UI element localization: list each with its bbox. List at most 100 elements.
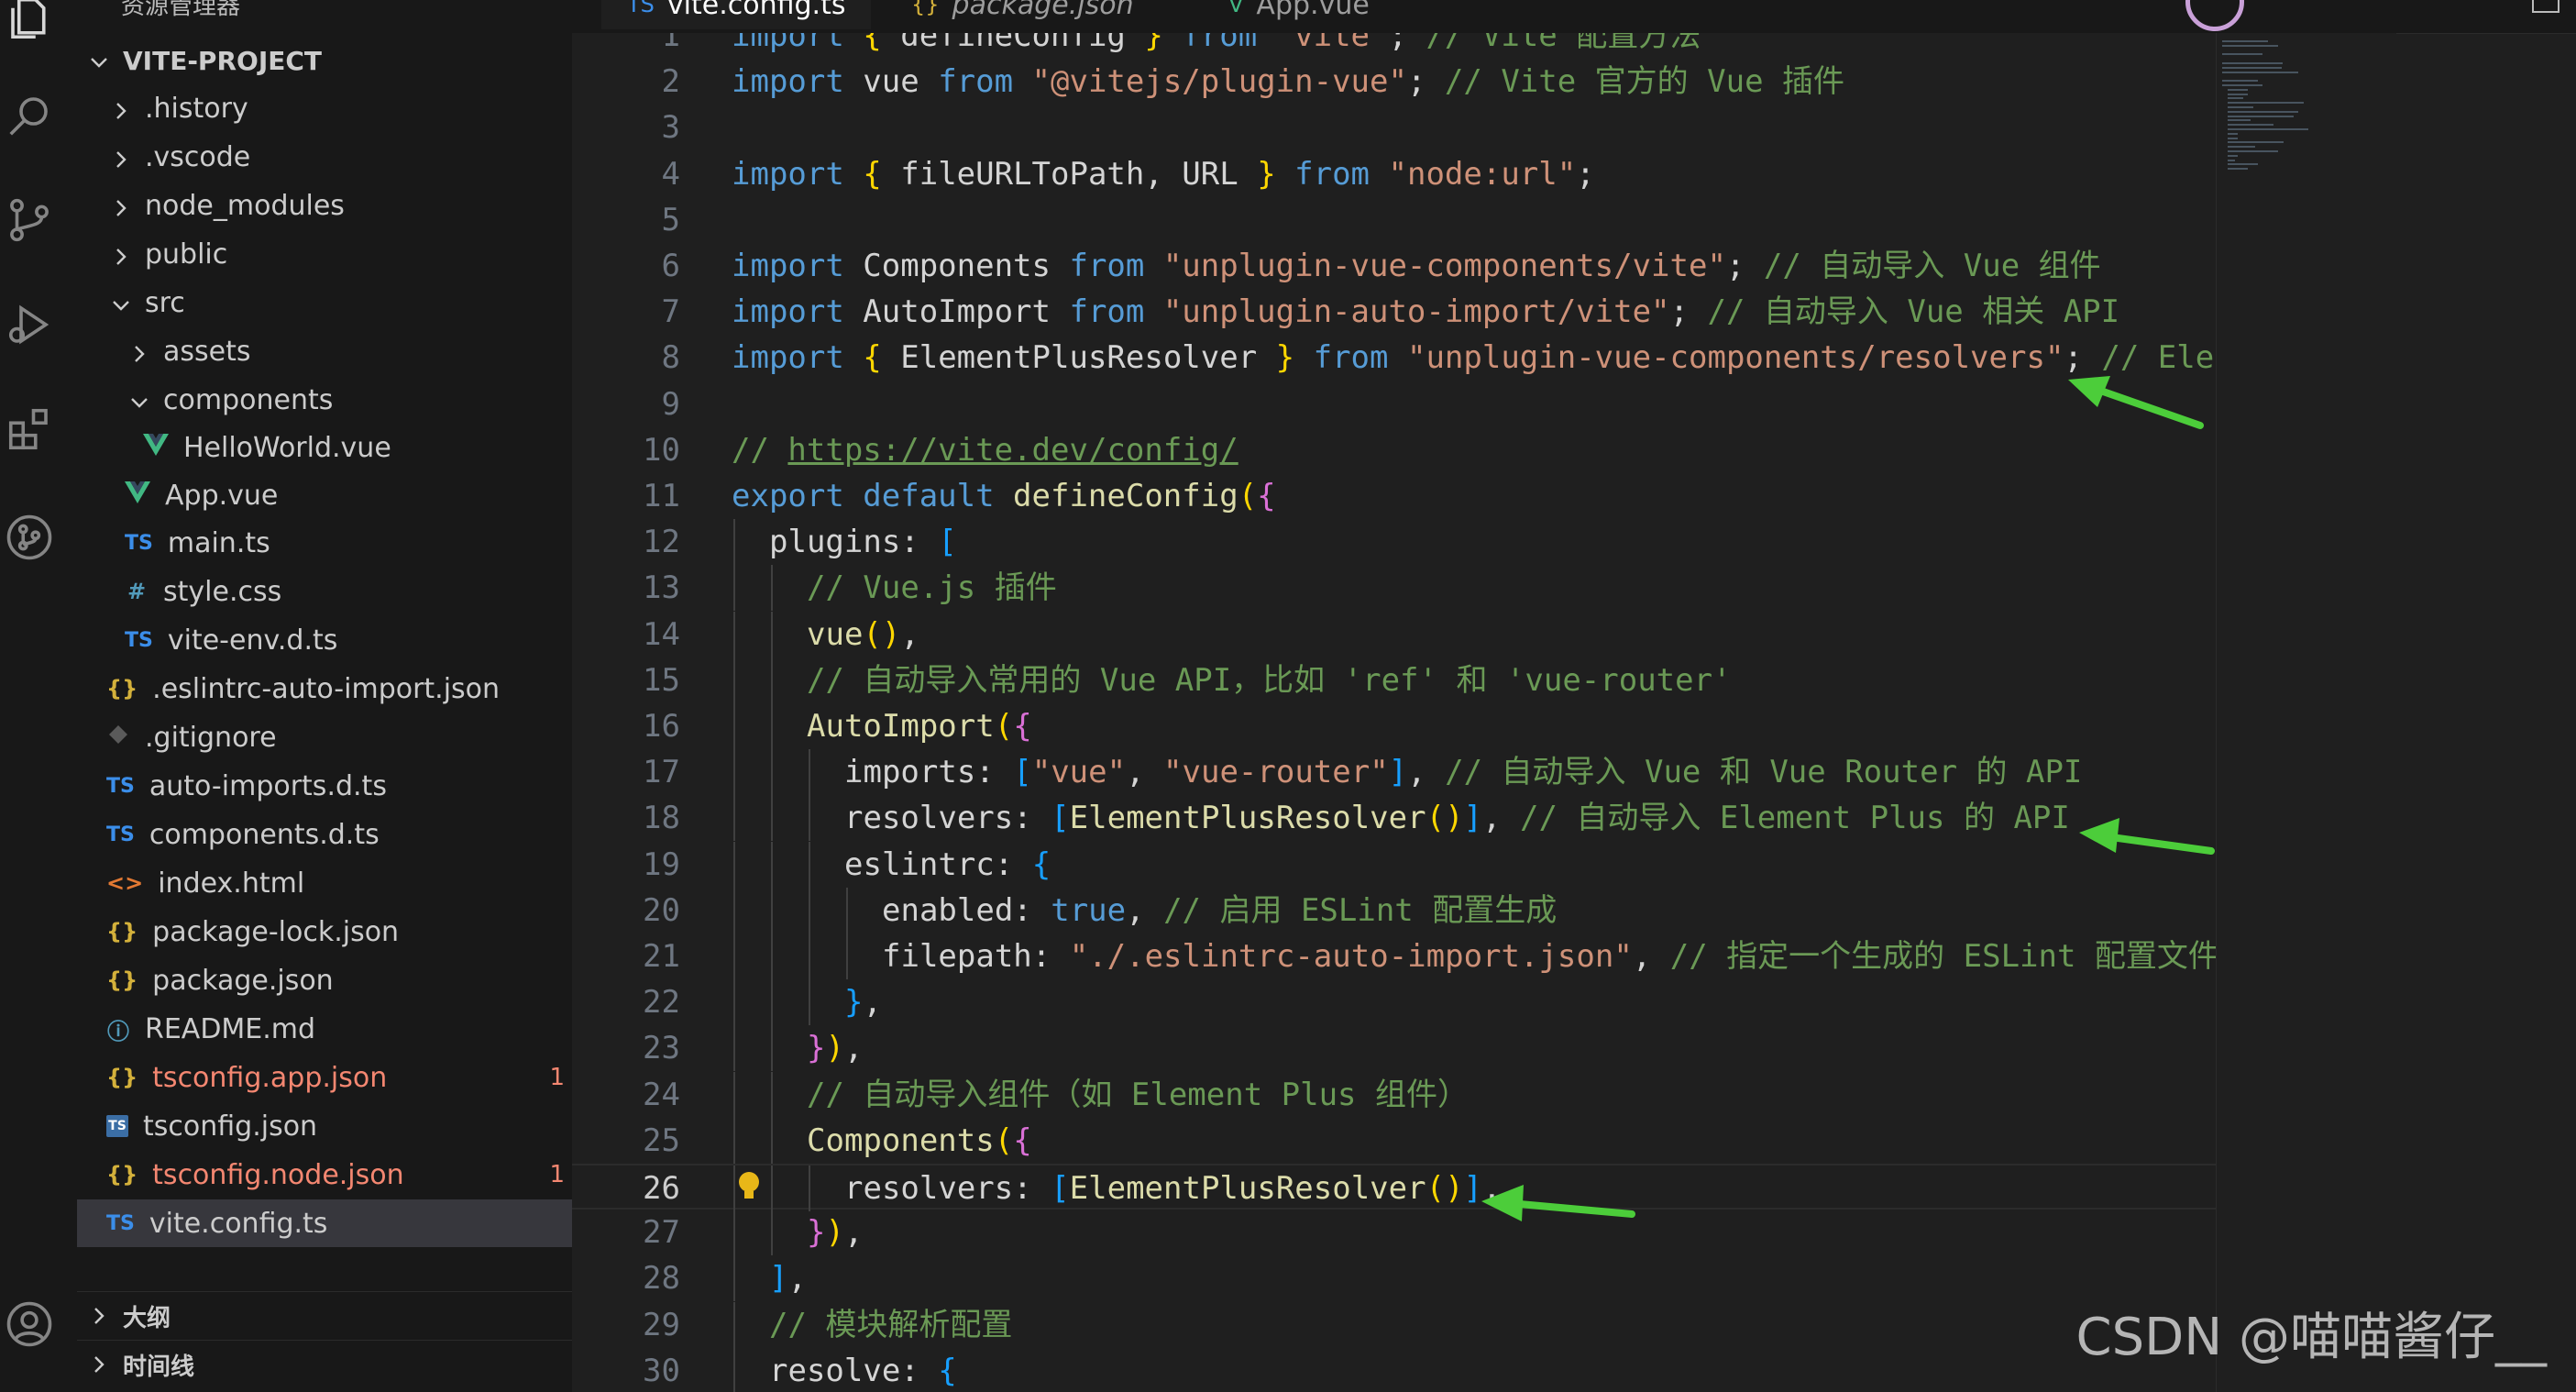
- search-icon[interactable]: [0, 86, 59, 145]
- split-editor-icon[interactable]: [2532, 0, 2559, 13]
- timeline-section[interactable]: 时间线: [77, 1340, 572, 1388]
- tree-file[interactable]: TS vite.config.ts: [77, 1199, 601, 1247]
- tree-folder[interactable]: components: [77, 376, 623, 424]
- code-token: }: [807, 1030, 826, 1067]
- code-line[interactable]: 24 // 自动导入组件（如 Element Plus 组件）: [572, 1071, 2396, 1118]
- tree-folder[interactable]: public: [77, 230, 605, 278]
- code-token: {: [938, 1352, 957, 1389]
- line-number: 8: [661, 339, 680, 377]
- line-number: 23: [643, 1030, 680, 1067]
- code-text: }),: [807, 1210, 863, 1255]
- file-label: vite-env.d.ts: [167, 624, 338, 657]
- code-token: (): [1426, 1170, 1464, 1207]
- tree-file[interactable]: TS auto-imports.d.ts: [77, 762, 601, 810]
- tree-file[interactable]: TS components.d.ts: [77, 811, 601, 858]
- tree-folder[interactable]: src: [77, 279, 605, 326]
- code-token: ,: [843, 1030, 864, 1067]
- code-line[interactable]: 25 Components({: [572, 1117, 2396, 1164]
- code-token: Components: [863, 248, 1070, 284]
- tree-file[interactable]: ⓘ README.md: [77, 1005, 601, 1053]
- extensions-icon[interactable]: [0, 400, 59, 458]
- tree-file[interactable]: .gitignore: [77, 713, 601, 761]
- code-line[interactable]: 13 // Vue.js 插件: [572, 565, 2396, 612]
- code-text: },: [844, 979, 882, 1025]
- tree-folder[interactable]: .vscode: [77, 133, 605, 181]
- file-label: node_modules: [145, 189, 345, 222]
- tree-folder[interactable]: assets: [77, 327, 623, 375]
- code-line[interactable]: 4 import { fileURLToPath, URL } from "nod…: [572, 151, 2396, 197]
- indent-guide: [771, 703, 773, 749]
- line-number: 6: [661, 248, 680, 284]
- tree-file[interactable]: TS vite-env.d.ts: [77, 616, 620, 664]
- tree-file[interactable]: {} package.json: [77, 956, 601, 1004]
- minimap[interactable]: [2216, 33, 2396, 1392]
- indent-guide: [771, 887, 773, 934]
- code-line[interactable]: 15 // 自动导入常用的 Vue API，比如 'ref' 和 'vue-rou…: [572, 657, 2396, 703]
- code-line[interactable]: 12 plugins: [: [572, 519, 2396, 566]
- explorer-icon[interactable]: [0, 0, 59, 48]
- indent-guide: [846, 934, 848, 979]
- tab-package-json[interactable]: {} package.json: [911, 0, 1134, 29]
- code-text: import vue from "@vitejs/plugin-vue"; //…: [732, 59, 1844, 105]
- file-label: package.json: [152, 964, 334, 997]
- code-token: ,: [900, 615, 919, 653]
- tree-file[interactable]: {} package-lock.json: [77, 908, 601, 956]
- code-line[interactable]: 21 filepath: "./.eslintrc-auto-import.jso…: [572, 934, 2396, 979]
- run-debug-icon[interactable]: [0, 295, 59, 354]
- tab-app-vue[interactable]: V App.vue: [1228, 0, 1370, 29]
- ts-file-icon: TS: [106, 823, 135, 846]
- code-line[interactable]: 17 imports: ["vue", "vue-router"], // 自动导…: [572, 749, 2396, 796]
- code-token: // 自动导入 Vue 相关 API: [1707, 293, 2120, 331]
- account-icon[interactable]: [0, 1295, 59, 1353]
- minimap-line: [2222, 40, 2268, 42]
- code-token: "unplugin-auto-import/vite": [1162, 293, 1670, 331]
- code-line[interactable]: 7 import AutoImport from "unplugin-auto-i…: [572, 289, 2396, 335]
- tree-folder[interactable]: node_modules: [77, 182, 605, 229]
- code-token: // Vue.js 插件: [807, 569, 1057, 607]
- code-line[interactable]: 11 export default defineConfig({: [572, 473, 2396, 519]
- tree-file[interactable]: {} .eslintrc-auto-import.json: [77, 665, 601, 713]
- code-text: eslintrc: {: [844, 842, 1051, 888]
- tree-file[interactable]: App.vue: [77, 471, 620, 519]
- tree-file[interactable]: {} tsconfig.app.json 1: [77, 1054, 601, 1101]
- tab-label: App.vue: [1256, 0, 1370, 21]
- tree-file[interactable]: # style.css: [77, 568, 620, 615]
- code-line[interactable]: 16 AutoImport({: [572, 703, 2396, 749]
- profile-avatar[interactable]: [2185, 0, 2244, 31]
- tree-file[interactable]: TS tsconfig.json: [77, 1102, 601, 1150]
- code-line[interactable]: 28],: [572, 1255, 2396, 1302]
- code-line[interactable]: 20 enabled: true, // 启用 ESLint 配置生成: [572, 887, 2396, 934]
- indent-guide: [733, 841, 735, 888]
- code-line[interactable]: 6 import Components from "unplugin-vue-co…: [572, 243, 2396, 289]
- code-line[interactable]: 5: [572, 197, 2396, 243]
- tree-file[interactable]: <> index.html: [77, 859, 601, 907]
- tree-file[interactable]: HelloWorld.vue: [77, 424, 638, 471]
- code-text: imports: ["vue", "vue-router"], // 自动导入 …: [844, 749, 2082, 795]
- outline-section[interactable]: 大纲: [77, 1291, 572, 1340]
- indent-guide: [733, 1210, 735, 1256]
- code-line[interactable]: 2 import vue from "@vitejs/plugin-vue"; /…: [572, 59, 2396, 105]
- code-line[interactable]: 3: [572, 105, 2396, 150]
- tree-file[interactable]: {} tsconfig.node.json 1: [77, 1151, 601, 1199]
- tree-file[interactable]: TS main.ts: [77, 519, 620, 567]
- lightbulb-icon[interactable]: [735, 1169, 763, 1206]
- code-token: [: [1051, 800, 1070, 837]
- code-line[interactable]: 23}),: [572, 1025, 2396, 1072]
- code-token: ElementPlusResolver: [1069, 1170, 1426, 1207]
- minimap-line: [2228, 124, 2273, 127]
- code-token: "vite": [1275, 33, 1389, 54]
- code-line[interactable]: 22},: [572, 979, 2396, 1026]
- project-header[interactable]: VITE-PROJECT: [88, 40, 565, 81]
- minimap-line: [2222, 66, 2282, 69]
- source-control-icon[interactable]: [0, 191, 59, 249]
- tree-folder[interactable]: .history: [77, 84, 605, 132]
- git-graph-icon[interactable]: [0, 508, 59, 567]
- json-file-icon: {}: [106, 1162, 138, 1188]
- file-label: src: [145, 286, 185, 319]
- tab-vite-config[interactable]: TS vite.config.ts: [601, 0, 872, 29]
- indent-guide: [733, 1301, 735, 1348]
- code-token: // 模块解析配置: [769, 1306, 1013, 1343]
- code-line[interactable]: 1 import { defineConfig } from "vite"; //…: [572, 33, 2396, 59]
- code-text: plugins: [: [769, 519, 957, 565]
- code-line[interactable]: 14 vue(),: [572, 611, 2396, 657]
